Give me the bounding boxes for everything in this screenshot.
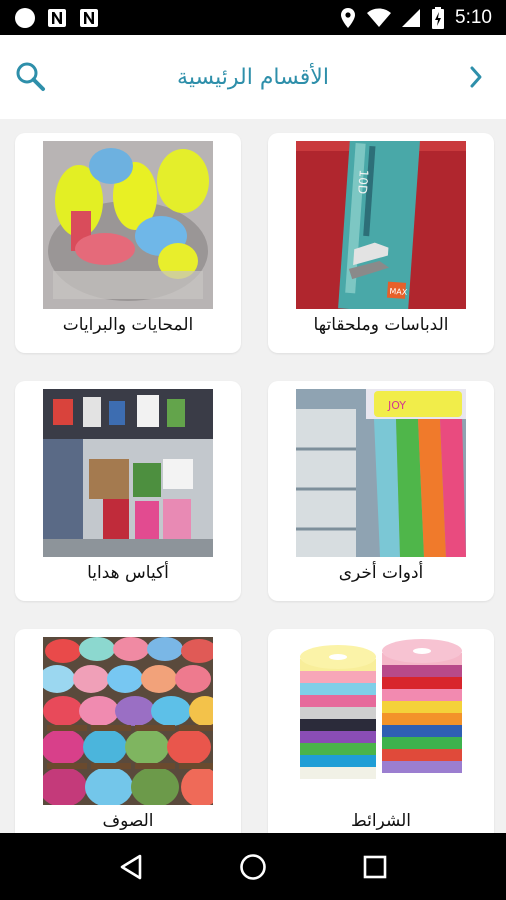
nav-back-button[interactable] xyxy=(111,847,151,887)
ribbon-rolls-photo xyxy=(296,637,466,805)
category-card-staplers[interactable]: 10D MAX الدباسات وملحقاتها xyxy=(268,133,494,353)
category-grid: 10D MAX الدباسات وملحقاتها المحايات والب… xyxy=(0,119,506,833)
signal-icon xyxy=(402,8,421,27)
app-bar: الأقسام الرئيسية xyxy=(0,35,506,119)
svg-text:MAX: MAX xyxy=(389,287,408,297)
nav-recents-button[interactable] xyxy=(355,847,395,887)
category-label: أدوات أخرى xyxy=(338,563,424,583)
svg-text:JOY: JOY xyxy=(387,399,406,412)
circle-notification-icon xyxy=(15,7,35,28)
location-icon xyxy=(341,7,356,28)
circle-home-icon xyxy=(240,853,266,880)
status-bar: 5:10 xyxy=(0,0,506,35)
category-card-gift-bags[interactable]: أكياس هدايا xyxy=(15,381,241,601)
gift-bags-shop-photo xyxy=(43,389,213,557)
page-title: الأقسام الرئيسية xyxy=(177,64,329,90)
category-label: الصوف xyxy=(102,811,154,831)
system-nav-bar xyxy=(0,833,506,900)
wifi-icon xyxy=(367,8,392,27)
yarn-balls-photo xyxy=(43,637,213,805)
category-label: المحايات والبرايات xyxy=(62,315,194,335)
category-card-ribbons[interactable]: الشرائط xyxy=(268,629,494,833)
svg-text:10D: 10D xyxy=(355,169,371,194)
category-card-other-tools[interactable]: JOY أدوات أخرى xyxy=(268,381,494,601)
search-icon[interactable] xyxy=(12,59,48,95)
category-label: أكياس هدايا xyxy=(87,563,169,583)
category-label: الشرائط xyxy=(350,811,412,831)
clock: 5:10 xyxy=(455,6,492,28)
category-card-erasers[interactable]: المحايات والبرايات xyxy=(15,133,241,353)
balloons-pack-photo: JOY xyxy=(296,389,466,557)
n-notification-icon xyxy=(80,8,98,27)
notification-icons xyxy=(14,7,100,29)
system-icons: 5:10 xyxy=(339,6,492,29)
battery-icon xyxy=(432,6,445,29)
stapler-box-photo: 10D MAX xyxy=(296,141,466,309)
category-label: الدباسات وملحقاتها xyxy=(313,315,449,335)
triangle-back-icon xyxy=(120,854,142,879)
chevron-right-icon[interactable] xyxy=(466,63,486,91)
nav-home-button[interactable] xyxy=(233,847,273,887)
category-card-yarn[interactable]: الصوف xyxy=(15,629,241,833)
square-recents-icon xyxy=(363,855,387,878)
erasers-sharpeners-photo xyxy=(43,141,213,309)
n-notification-icon xyxy=(48,8,66,27)
